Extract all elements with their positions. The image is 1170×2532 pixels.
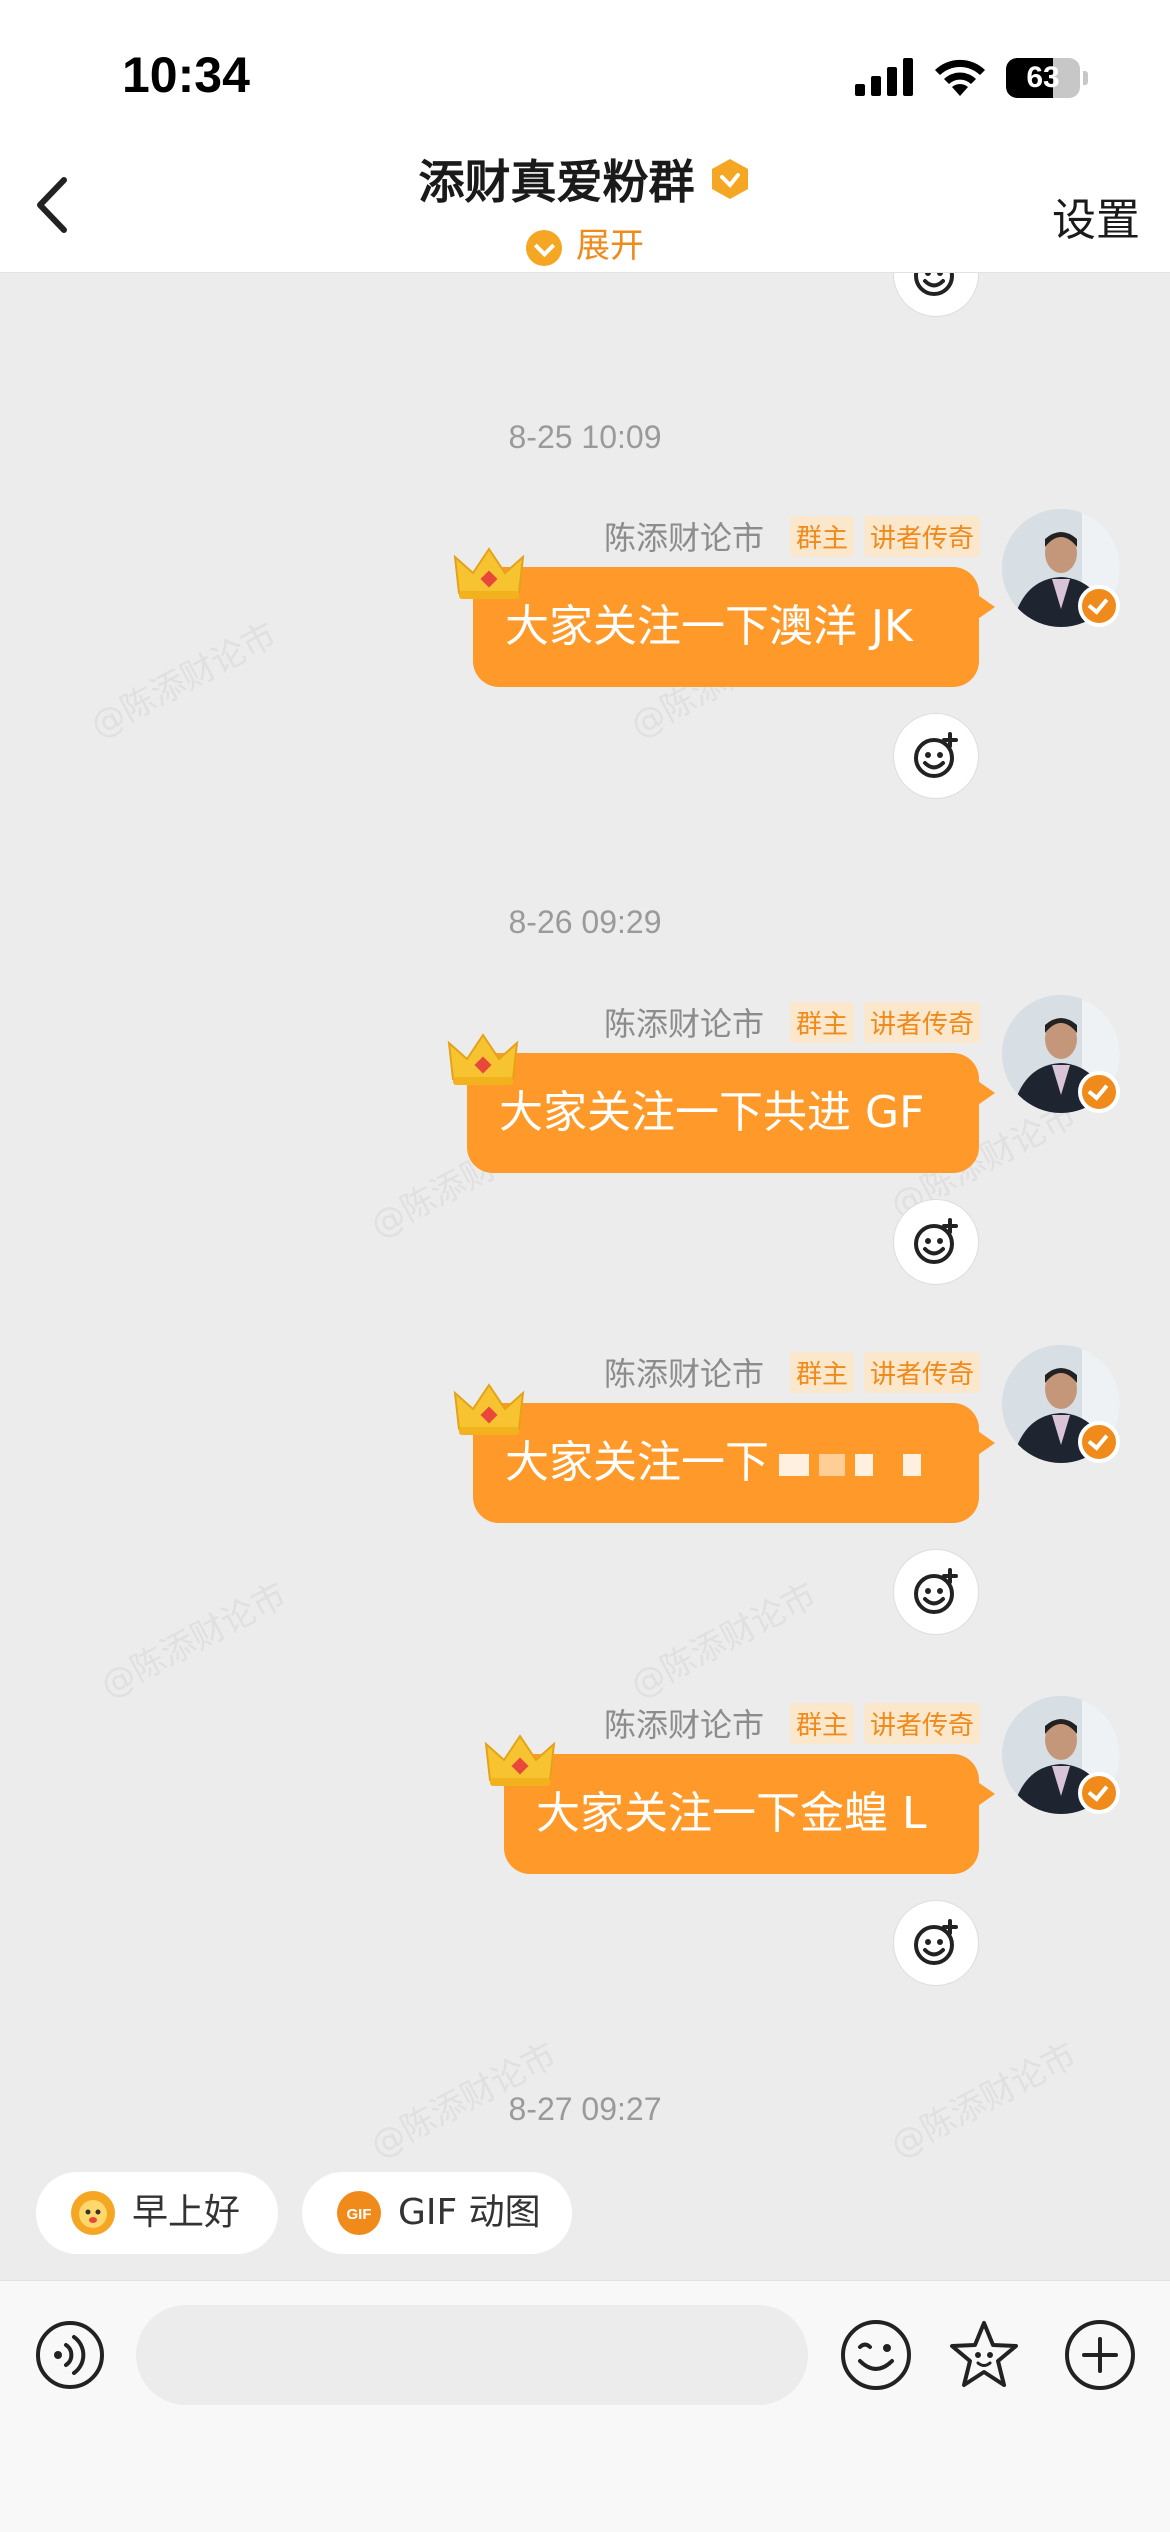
quick-reply-gif[interactable]: GIF GIF 动图 [302, 2172, 572, 2254]
add-reaction-button[interactable] [893, 713, 979, 799]
svg-text:GIF: GIF [347, 2206, 372, 2223]
add-reaction-button[interactable] [893, 1549, 979, 1635]
wifi-icon [935, 59, 985, 96]
sun-face-icon [71, 2191, 115, 2235]
message-text: 大家关注一下金蝗 L [536, 1788, 927, 1839]
message-bubble[interactable]: 大家关注一下共进 GF [467, 1053, 995, 1173]
sender-row: 陈添财论市 群主 讲者传奇 [604, 513, 980, 557]
verified-icon [1078, 1772, 1120, 1814]
smile-plus-icon [914, 1919, 958, 1965]
quick-reply-label: GIF 动图 [398, 2192, 541, 2233]
message-text: 大家关注一下共进 GF [499, 1087, 925, 1138]
plus-icon[interactable] [1062, 2317, 1138, 2393]
sender-name: 陈添财论市 [603, 1706, 764, 1744]
message-list[interactable]: @陈添财论市 @陈添财论市 @陈添财论市 @陈添财论市 @陈添财论市 @陈添财论… [0, 273, 1170, 2163]
group-title: 添财真爱粉群 [418, 155, 695, 209]
add-reaction-button[interactable] [893, 273, 979, 317]
status-time: 10:34 [122, 47, 250, 103]
message-timestamp: 8-27 09:27 [508, 2091, 662, 2127]
verified-icon [1078, 585, 1120, 627]
watermark: @陈添财论市 [84, 615, 284, 747]
message-text: 大家关注一下澳洋 JK [505, 601, 913, 652]
message-text: 大家关注一下 [505, 1437, 769, 1488]
message-timestamp: 8-25 10:09 [508, 419, 662, 455]
sticker-icon[interactable] [946, 2317, 1022, 2393]
message-bubble[interactable]: 大家关注一下金蝗 L [504, 1754, 995, 1874]
expand-label: 展开 [576, 226, 644, 266]
quick-reply-label: 早上好 [132, 2192, 241, 2233]
sender-row: 陈添财论市 群主 讲者传奇 [604, 999, 980, 1043]
chat-screen: 10:34 63 添财真爱粉群 展开 设置 @陈添财论市 @陈添财论市 @陈添财… [0, 0, 1170, 2532]
input-bar [0, 2280, 1170, 2532]
owner-tag: 群主 [789, 1001, 854, 1043]
watermark: @陈添财论市 [624, 1575, 824, 1707]
crown-icon [484, 1734, 556, 1786]
owner-tag: 群主 [789, 1351, 854, 1393]
gif-icon: GIF [337, 2191, 381, 2235]
crown-icon [453, 547, 525, 599]
redacted-block [903, 1454, 921, 1476]
verified-hexagon-icon [711, 159, 748, 199]
watermark: @陈添财论市 [94, 1575, 294, 1707]
speaker-tag: 讲者传奇 [863, 1351, 980, 1393]
verified-icon [1078, 1421, 1120, 1463]
speaker-tag: 讲者传奇 [863, 515, 980, 557]
smile-plus-icon [914, 1568, 958, 1614]
message-input[interactable] [136, 2305, 808, 2405]
expand-toggle[interactable]: 展开 [0, 218, 1170, 267]
message-timestamp: 8-26 09:29 [508, 904, 662, 940]
voice-input-icon[interactable] [34, 2319, 106, 2391]
speaker-tag: 讲者传奇 [863, 1001, 980, 1043]
add-reaction-button[interactable] [893, 1900, 979, 1986]
status-bar: 10:34 63 [0, 0, 1170, 140]
redacted-block [819, 1454, 845, 1476]
smile-plus-icon [914, 1218, 958, 1264]
crown-icon [447, 1033, 519, 1085]
smile-plus-icon [914, 732, 958, 778]
message-bubble[interactable]: 大家关注一下 [473, 1403, 995, 1523]
redacted-block [779, 1454, 809, 1476]
owner-tag: 群主 [789, 515, 854, 557]
add-reaction-button[interactable] [893, 1199, 979, 1285]
nav-bar: 添财真爱粉群 展开 设置 [0, 140, 1170, 273]
emoji-icon[interactable] [838, 2317, 914, 2393]
sender-name: 陈添财论市 [603, 1355, 764, 1393]
battery-level: 63 [1026, 61, 1060, 94]
sender-row: 陈添财论市 群主 讲者传奇 [604, 1700, 980, 1744]
sender-row: 陈添财论市 群主 讲者传奇 [604, 1349, 980, 1393]
battery-icon: 63 [1006, 58, 1088, 98]
sender-name: 陈添财论市 [603, 519, 764, 557]
cellular-signal-icon [855, 58, 913, 96]
quick-reply-good-morning[interactable]: 早上好 [36, 2172, 278, 2254]
owner-tag: 群主 [789, 1702, 854, 1744]
verified-icon [1078, 1071, 1120, 1113]
title-row[interactable]: 添财真爱粉群 [0, 146, 1170, 212]
sender-name: 陈添财论市 [603, 1005, 764, 1043]
smile-plus-icon [914, 273, 954, 296]
crown-icon [453, 1383, 525, 1435]
speaker-tag: 讲者传奇 [863, 1702, 980, 1744]
chevron-down-icon [526, 229, 562, 266]
settings-button[interactable]: 设置 [1052, 184, 1140, 248]
message-bubble[interactable]: 大家关注一下澳洋 JK [473, 567, 995, 687]
redacted-block [855, 1454, 873, 1476]
